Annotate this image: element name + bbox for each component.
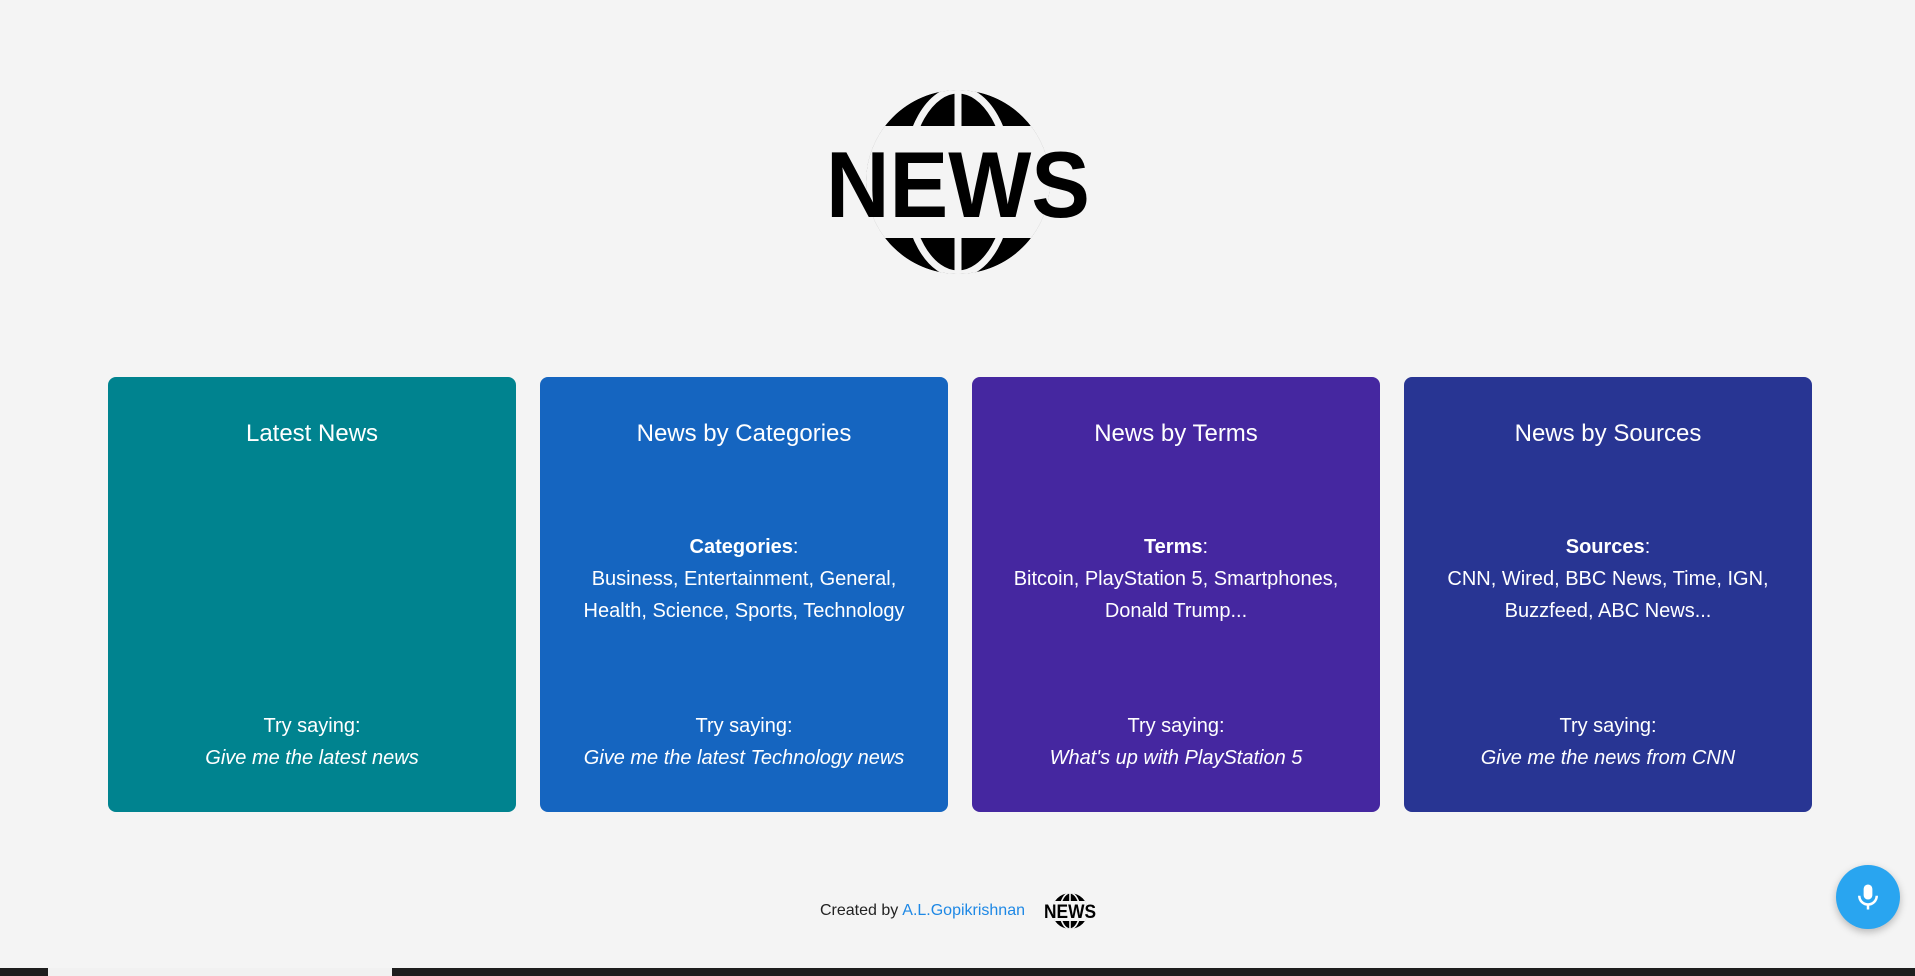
example-phrase: Give me the news from CNN — [1480, 747, 1736, 769]
globe-news-logo-icon: NEWS — [826, 90, 1090, 274]
card-news-by-sources: News by Sources Sources: CNN, Wired, BBC… — [1404, 377, 1812, 812]
taskbar-search-box[interactable] — [48, 968, 392, 976]
info-text: CNN, Wired, BBC News, Time, IGN, Buzzfee… — [1447, 568, 1769, 622]
card-info: Sources: CNN, Wired, BBC News, Time, IGN… — [1404, 531, 1812, 627]
card-try-saying: Try saying: Give me the latest news — [108, 710, 516, 774]
card-news-by-categories: News by Categories Categories: Business,… — [540, 377, 948, 812]
info-colon: : — [1202, 536, 1209, 558]
card-title: Latest News — [245, 420, 379, 447]
info-label: Sources — [1565, 536, 1645, 558]
card-title: News by Sources — [1514, 420, 1702, 447]
example-phrase: What's up with PlayStation 5 — [1049, 747, 1303, 769]
example-phrase: Give me the latest news — [205, 747, 419, 769]
info-text: Bitcoin, PlayStation 5, Smartphones, Don… — [1013, 568, 1339, 622]
card-info: Categories: Business, Entertainment, Gen… — [540, 531, 948, 627]
info-label: Categories — [689, 536, 793, 558]
info-colon: : — [792, 536, 799, 558]
card-title: News by Categories — [636, 420, 852, 447]
example-phrase: Give me the latest Technology news — [583, 747, 905, 769]
card-try-saying: Try saying: Give me the latest Technolog… — [540, 710, 948, 774]
author-link[interactable]: A.L.Gopikrishnan — [902, 902, 1025, 920]
info-label: Terms — [1143, 536, 1203, 558]
try-label: Try saying: — [695, 715, 793, 737]
card-try-saying: Try saying: What's up with PlayStation 5 — [972, 710, 1380, 774]
taskbar — [0, 968, 1915, 976]
card-news-by-terms: News by Terms Terms: Bitcoin, PlayStatio… — [972, 377, 1380, 812]
info-colon: : — [1644, 536, 1651, 558]
news-logo: NEWS — [822, 88, 1094, 276]
card-latest-news: Latest News Try saying: Give me the late… — [108, 377, 516, 812]
card-try-saying: Try saying: Give me the news from CNN — [1404, 710, 1812, 774]
info-text: Business, Entertainment, General, Health… — [583, 568, 905, 622]
footer: Created by A.L.Gopikrishnan NEWS — [820, 893, 1097, 929]
created-by-label: Created by — [820, 902, 899, 919]
card-info: Terms: Bitcoin, PlayStation 5, Smartphon… — [972, 531, 1380, 627]
try-label: Try saying: — [1559, 715, 1657, 737]
logo-text: NEWS — [826, 132, 1090, 237]
globe-news-logo-icon: NEWS — [1044, 893, 1096, 929]
mini-logo-text: NEWS — [1044, 902, 1096, 923]
try-label: Try saying: — [1127, 715, 1225, 737]
microphone-icon — [1858, 884, 1878, 910]
try-label: Try saying: — [263, 715, 361, 737]
feature-cards: Latest News Try saying: Give me the late… — [108, 377, 1812, 812]
card-title: News by Terms — [1094, 420, 1258, 447]
footer-news-logo: NEWS — [1043, 892, 1097, 930]
microphone-button[interactable] — [1836, 865, 1900, 929]
